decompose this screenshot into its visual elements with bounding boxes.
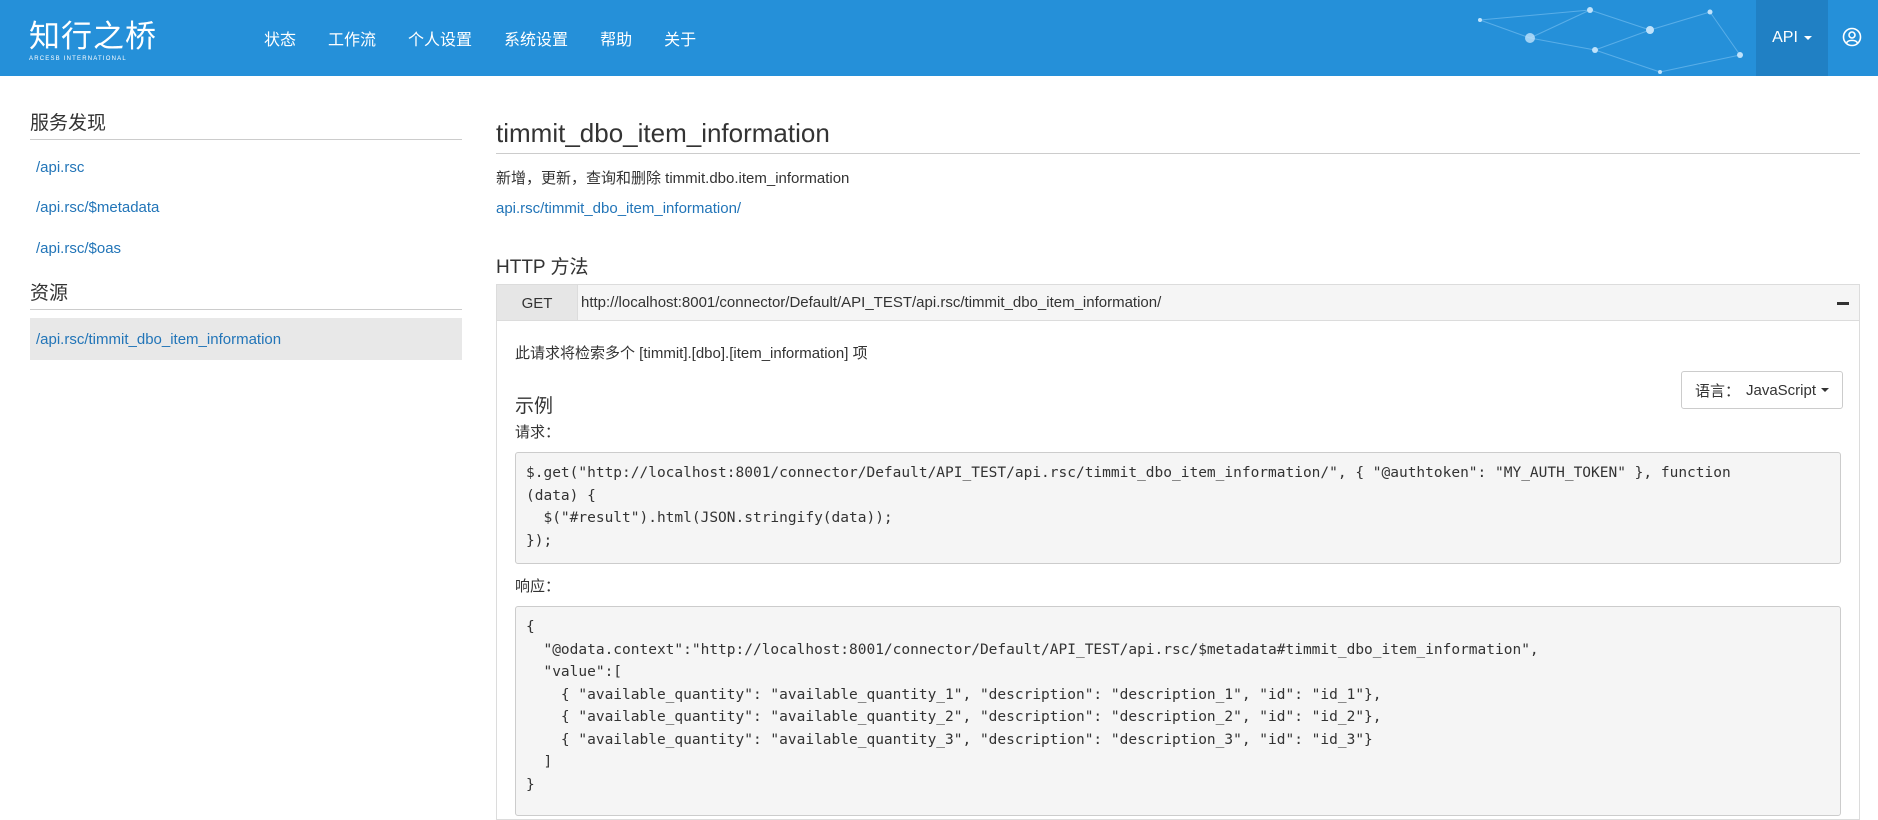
logo-text: 知行之桥 xyxy=(29,19,157,54)
nav-workflow[interactable]: 工作流 xyxy=(328,26,376,50)
brand-logo[interactable]: 知行之桥 ARCESB INTERNATIONAL xyxy=(29,20,157,63)
nav-system-settings[interactable]: 系统设置 xyxy=(504,26,568,50)
response-label: 响应： xyxy=(515,578,561,595)
main-nav: 状态 工作流 个人设置 系统设置 帮助 关于 xyxy=(248,0,712,76)
minus-icon[interactable] xyxy=(1837,302,1849,305)
nav-status[interactable]: 状态 xyxy=(264,26,296,50)
response-code-block: { "@odata.context":"http://localhost:800… xyxy=(515,606,1841,816)
http-methods-heading: HTTP 方法 xyxy=(496,257,589,278)
resource-description: 新增，更新，查询和删除 timmit.dbo.item_information xyxy=(496,170,850,187)
api-menu-dropdown[interactable]: API xyxy=(1756,0,1828,76)
page-title: timmit_dbo_item_information xyxy=(496,118,1860,154)
chevron-down-icon xyxy=(1821,388,1830,392)
top-navbar: 知行之桥 ARCESB INTERNATIONAL 状态 工作流 个人设置 系统… xyxy=(0,0,1878,76)
method-panel-body: 此请求将检索多个 [timmit].[dbo].[item_informatio… xyxy=(496,320,1860,820)
service-discovery-heading: 服务发现 xyxy=(30,108,462,140)
chevron-down-icon xyxy=(1803,36,1812,40)
example-heading: 示例 xyxy=(515,396,554,417)
method-badge: GET xyxy=(497,285,578,321)
resources-heading: 资源 xyxy=(30,278,462,310)
nav-help[interactable]: 帮助 xyxy=(600,26,632,50)
resource-link[interactable]: api.rsc/timmit_dbo_item_information/ xyxy=(496,200,741,217)
nav-profile[interactable]: 个人设置 xyxy=(408,26,472,50)
sidebar-item-label[interactable]: /api.rsc/timmit_dbo_item_information xyxy=(36,331,281,348)
method-url: http://localhost:8001/connector/Default/… xyxy=(581,294,1162,311)
language-selector[interactable]: 语言： JavaScript xyxy=(1681,371,1843,409)
language-label: 语言： xyxy=(1694,382,1740,400)
request-code-block: $.get("http://localhost:8001/connector/D… xyxy=(515,452,1841,564)
sidebar-link-metadata[interactable]: /api.rsc/$metadata xyxy=(36,199,159,216)
sidebar-link-oas[interactable]: /api.rsc/$oas xyxy=(36,240,121,257)
nav-about[interactable]: 关于 xyxy=(664,26,696,50)
user-circle-icon[interactable] xyxy=(1842,27,1862,47)
network-background-graphic xyxy=(1478,7,1743,74)
api-menu-label: API xyxy=(1772,29,1798,46)
sidebar-item-resource-active[interactable]: /api.rsc/timmit_dbo_item_information xyxy=(30,318,462,360)
request-label: 请求： xyxy=(515,424,561,441)
logo-subtext: ARCESB INTERNATIONAL xyxy=(29,56,127,62)
language-value: JavaScript xyxy=(1745,381,1817,399)
sidebar-link-api-rsc[interactable]: /api.rsc xyxy=(36,159,84,176)
get-method-header[interactable]: GET http://localhost:8001/connector/Defa… xyxy=(496,284,1860,321)
request-description: 此请求将检索多个 [timmit].[dbo].[item_informatio… xyxy=(515,345,868,362)
